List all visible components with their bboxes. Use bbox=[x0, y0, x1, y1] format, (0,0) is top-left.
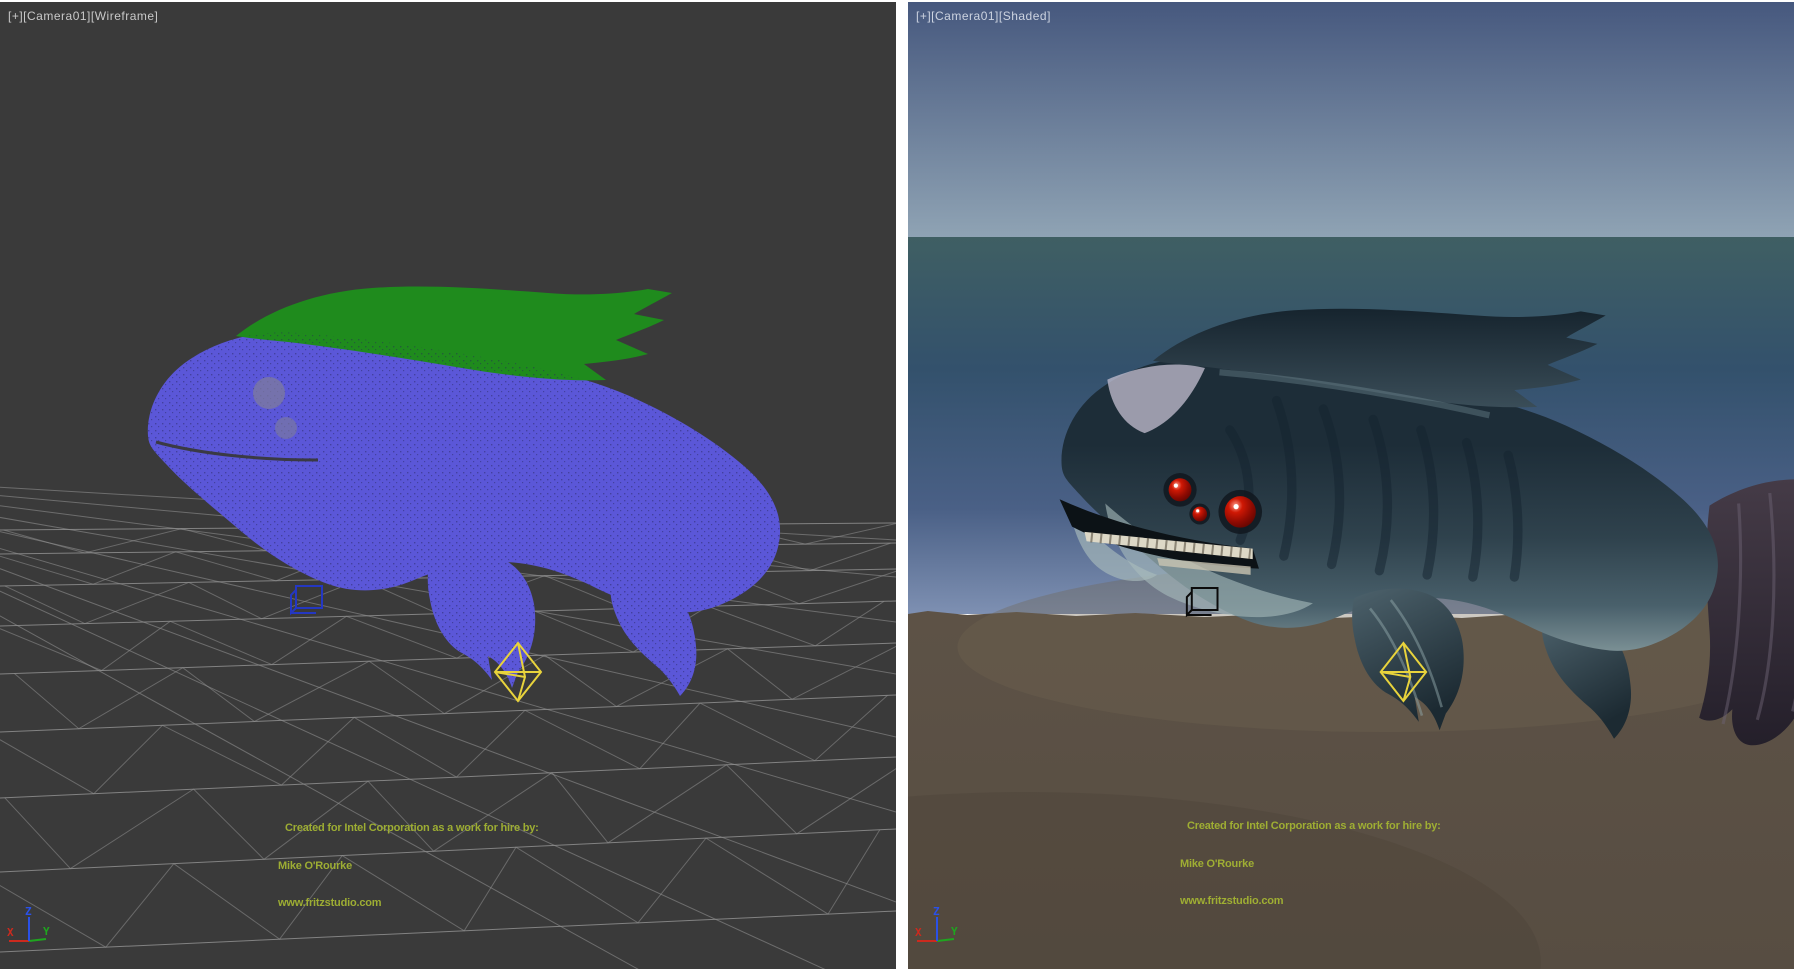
x-axis-label: X bbox=[915, 926, 922, 939]
credit-line-1: Created for Intel Corporation as a work … bbox=[1180, 820, 1441, 833]
y-axis-label: Y bbox=[951, 925, 958, 938]
credit-line-2: Mike O'Rourke bbox=[278, 860, 539, 873]
credit-line-3: www.fritzstudio.com bbox=[1180, 895, 1441, 908]
sky-backdrop bbox=[908, 2, 1794, 237]
viewport-shaded[interactable]: [+][Camera01][Shaded] Created for Intel … bbox=[908, 2, 1794, 969]
wireframe-stipple-texture bbox=[148, 332, 780, 696]
x-axis-label: X bbox=[7, 926, 14, 939]
scene-credit-text: Created for Intel Corporation as a work … bbox=[278, 797, 539, 935]
viewport-label-shaded[interactable]: [+][Camera01][Shaded] bbox=[916, 9, 1051, 23]
fish-tail-fin[interactable] bbox=[1699, 479, 1794, 745]
dual-viewport-window: [+][Camera01][Wireframe] bbox=[0, 0, 1800, 978]
y-axis-line bbox=[29, 939, 46, 941]
y-axis-line bbox=[937, 939, 954, 941]
z-axis-label: Z bbox=[25, 905, 32, 918]
viewport-divider[interactable] bbox=[896, 0, 908, 978]
fish-eye-socket-large bbox=[253, 377, 285, 409]
axis-tripod-gizmo: X Y Z bbox=[913, 905, 965, 955]
fish-eye-socket-small bbox=[275, 417, 297, 439]
y-axis-label: Y bbox=[43, 925, 50, 938]
viewport-label-wireframe[interactable]: [+][Camera01][Wireframe] bbox=[8, 9, 158, 23]
scene-credit-text: Created for Intel Corporation as a work … bbox=[1180, 795, 1441, 933]
axis-tripod-gizmo: X Y Z bbox=[5, 905, 57, 955]
credit-line-2: Mike O'Rourke bbox=[1180, 858, 1441, 871]
dummy-box-helper[interactable] bbox=[291, 586, 322, 613]
z-axis-label: Z bbox=[933, 905, 940, 918]
credit-line-3: www.fritzstudio.com bbox=[278, 897, 539, 910]
credit-line-1: Created for Intel Corporation as a work … bbox=[278, 822, 539, 835]
viewport-wireframe[interactable]: [+][Camera01][Wireframe] bbox=[0, 2, 896, 969]
fish-model-wireframe[interactable] bbox=[148, 287, 780, 696]
